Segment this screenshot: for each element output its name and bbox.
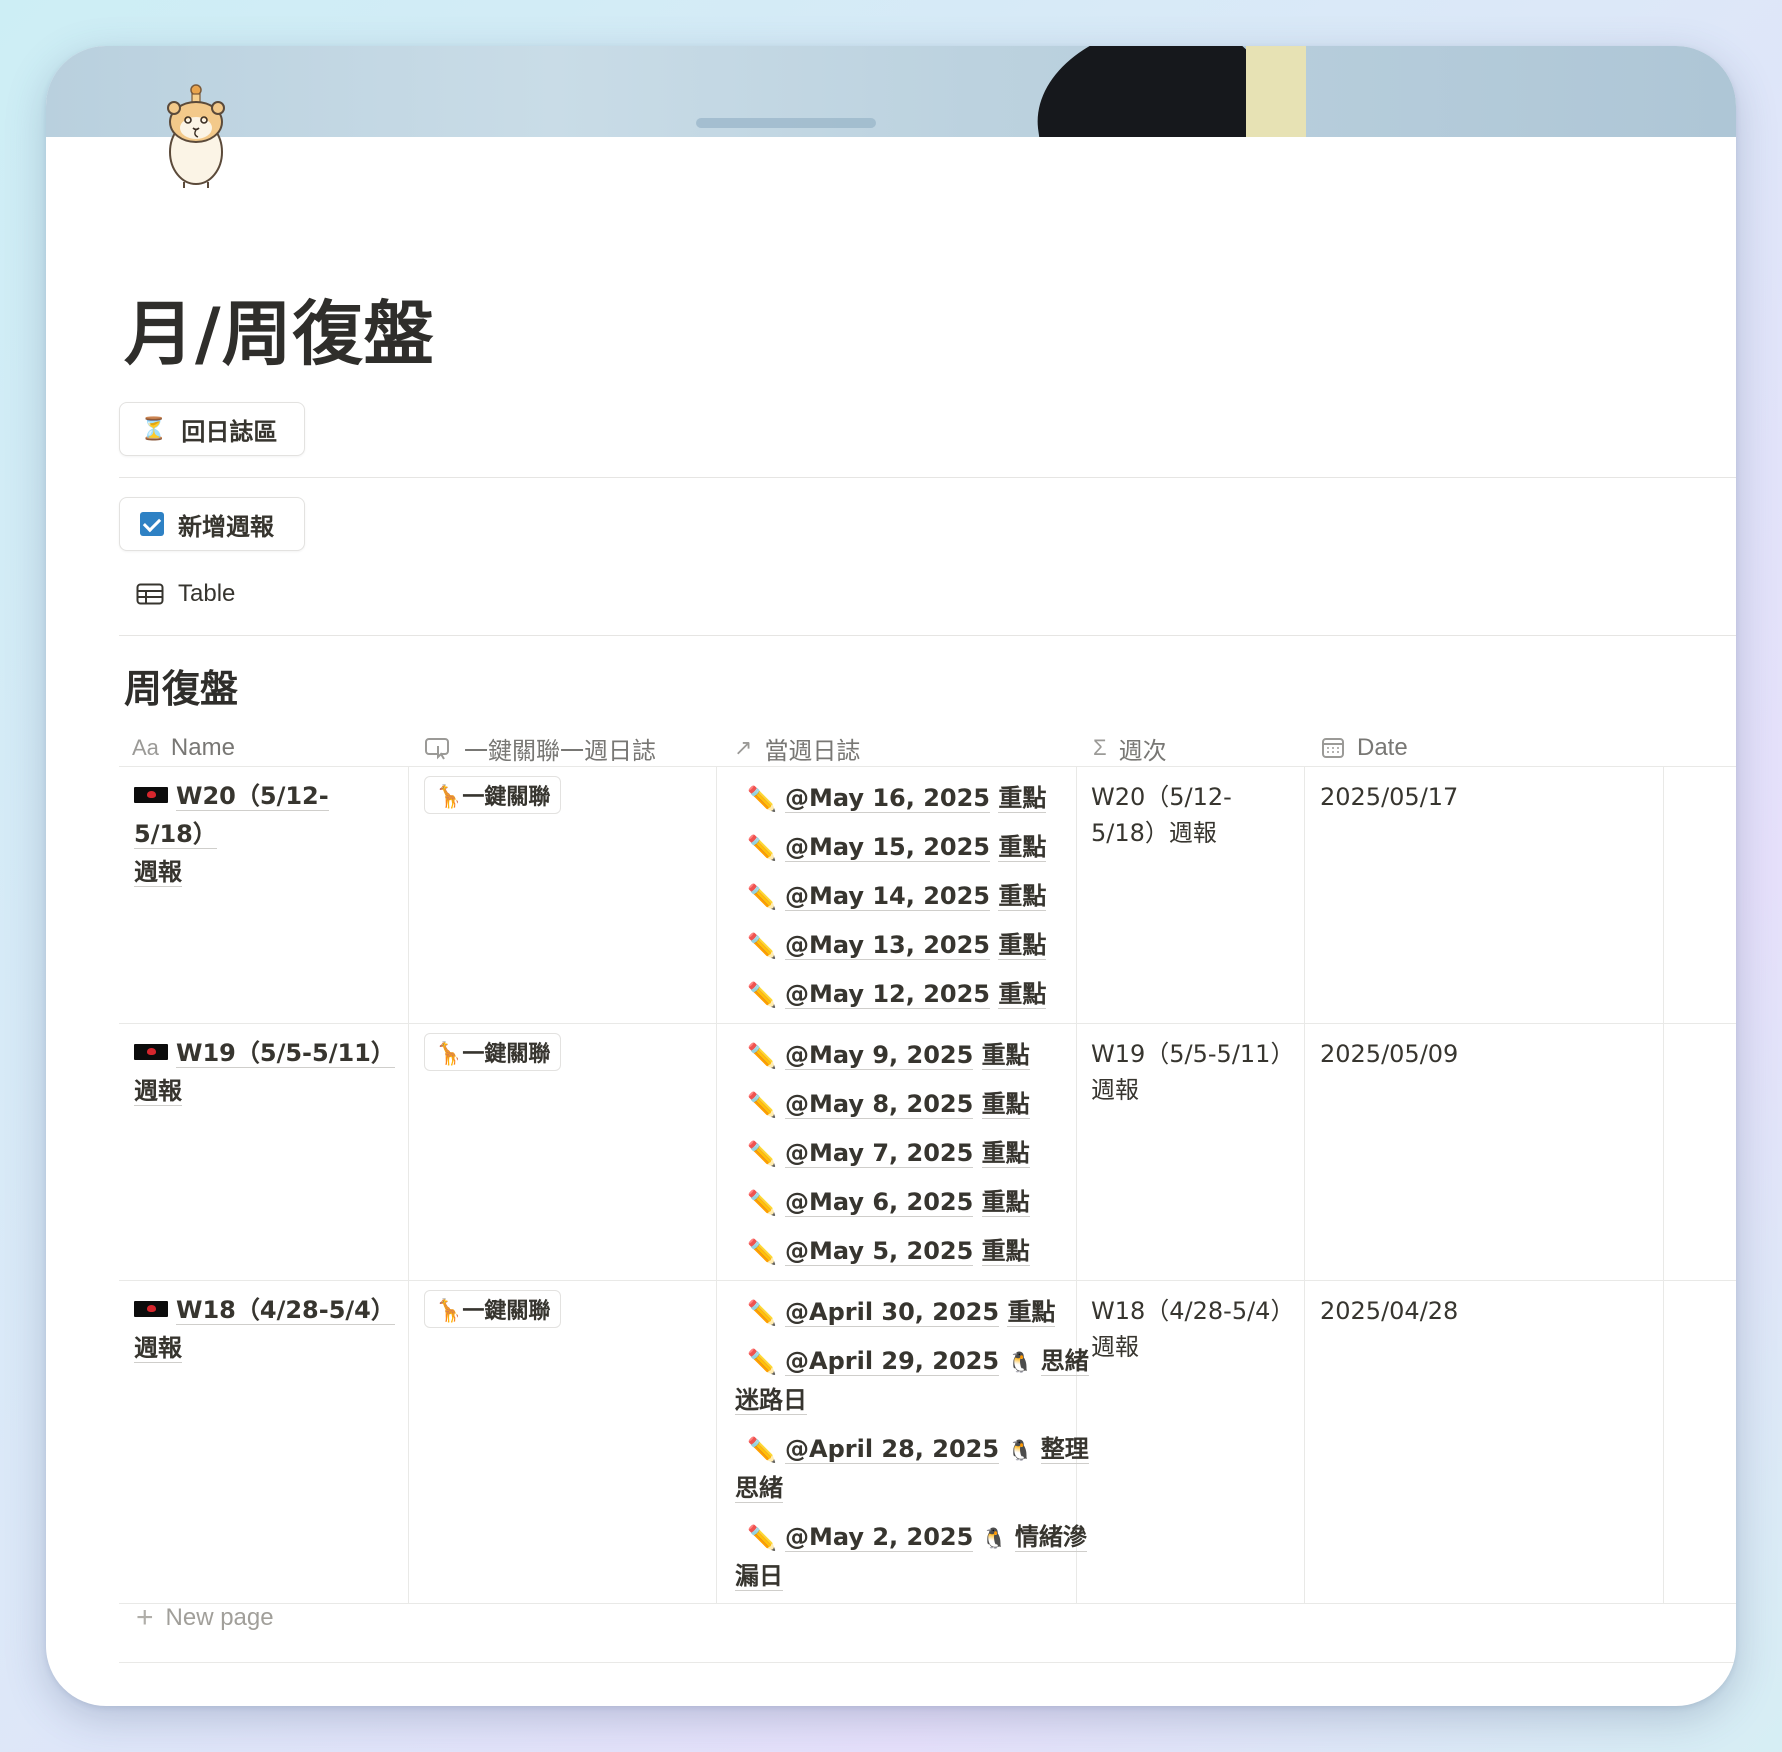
week-cell[interactable]: W18（4/28-5/4） 週報 [1091, 1293, 1294, 1365]
hamster-page-icon[interactable] [156, 82, 236, 192]
pencil-icon: ✏️ [747, 1436, 777, 1464]
journal-mention[interactable]: ✏️ @May 5, 2025 重點 [735, 1232, 1115, 1271]
pencil-icon: ✏️ [747, 834, 777, 862]
hourglass-icon: ⏳ [140, 416, 168, 442]
date-cell[interactable]: 2025/04/28 [1320, 1293, 1458, 1329]
pencil-icon: ✏️ [747, 1238, 777, 1266]
new-page-button[interactable]: + New page [136, 1601, 274, 1635]
flag-icon [134, 1301, 168, 1317]
journal-mention[interactable]: ✏️ @May 9, 2025 重點 [735, 1036, 1115, 1075]
table-border [119, 1280, 1736, 1281]
column-header-label: 當週日誌 [764, 737, 861, 765]
journal-mention[interactable]: ✏️ @May 13, 2025 重點 [735, 926, 1115, 965]
checkbox-icon [140, 512, 164, 536]
formula-sigma-icon: Σ [1093, 735, 1107, 760]
table-border [1663, 766, 1664, 1603]
pencil-icon: ✏️ [747, 981, 777, 1009]
week-cell[interactable]: W19（5/5-5/11） 週報 [1091, 1036, 1294, 1108]
flag-icon [134, 787, 168, 803]
button-property-icon [425, 738, 449, 760]
journal-mention[interactable]: ✏️ @May 2, 2025 🐧 情緒滲 漏日 [735, 1518, 1115, 1595]
column-header-label: Date [1357, 734, 1408, 761]
column-header-label: 一鍵關聯一週日誌 [464, 737, 656, 765]
text-property-icon: Aa [132, 735, 159, 760]
journal-mention[interactable]: ✏️ @April 30, 2025 重點 [735, 1293, 1115, 1332]
cover-shape [696, 118, 876, 128]
notion-window: 月/周復盤 ⏳ 回日誌區 新增週報 Table 周復盤 Aa Name 一鍵關聯… [46, 46, 1736, 1706]
pencil-icon: ✏️ [747, 1189, 777, 1217]
journal-mention[interactable]: ✏️ @May 14, 2025 重點 [735, 877, 1115, 916]
column-header-label: 週次 [1118, 737, 1167, 765]
table-border [119, 1603, 1736, 1604]
link-week-journals-button[interactable]: 🦒一鍵關聯 [424, 1290, 562, 1328]
table-border [119, 766, 1736, 767]
journal-mention[interactable]: ✏️ @May 7, 2025 重點 [735, 1134, 1115, 1173]
table-border [119, 1662, 1736, 1663]
table-border [716, 766, 717, 1603]
page-cover[interactable] [46, 46, 1736, 137]
new-weekly-report-label: 新增週報 [178, 512, 274, 541]
table-border [408, 766, 409, 1603]
pencil-icon: ✏️ [747, 785, 777, 813]
relation-arrow-icon: ↗ [734, 735, 753, 760]
plus-icon: + [136, 1601, 154, 1634]
page-title[interactable]: 月/周復盤 [124, 278, 435, 379]
new-page-label: New page [165, 1604, 274, 1631]
journal-mention[interactable]: ✏️ @May 6, 2025 重點 [735, 1183, 1115, 1222]
link-week-journals-button[interactable]: 🦒一鍵關聯 [424, 1033, 562, 1071]
table-row-name[interactable]: W19（5/5-5/11） 週報 [134, 1034, 402, 1110]
cover-shape [1025, 46, 1277, 137]
flag-icon [134, 1044, 168, 1060]
table-icon [136, 583, 164, 605]
divider [119, 477, 1736, 478]
pencil-icon: ✏️ [747, 1091, 777, 1119]
pencil-icon: ✏️ [747, 883, 777, 911]
pencil-icon: ✏️ [747, 1348, 777, 1376]
journal-mention[interactable]: ✏️ @May 16, 2025 重點 [735, 779, 1115, 818]
back-to-journal-label: 回日誌區 [181, 417, 278, 446]
divider [119, 635, 1736, 636]
pencil-icon: ✏️ [747, 1299, 777, 1327]
database-title[interactable]: 周復盤 [124, 658, 238, 713]
journal-mention[interactable]: ✏️ @May 15, 2025 重點 [735, 828, 1115, 867]
table-border [1304, 766, 1305, 1603]
new-weekly-report-button[interactable]: 新增週報 [119, 497, 305, 551]
cover-shape [1246, 46, 1306, 137]
tab-table-view[interactable]: Table [136, 580, 235, 608]
date-cell[interactable]: 2025/05/09 [1320, 1036, 1458, 1072]
penguin-icon: 🐧 [1007, 1438, 1033, 1462]
penguin-icon: 🐧 [981, 1526, 1007, 1550]
link-week-journals-button[interactable]: 🦒一鍵關聯 [424, 776, 562, 814]
table-row-name[interactable]: W20（5/12-5/18） 週報 [134, 777, 402, 891]
table-row-name[interactable]: W18（4/28-5/4） 週報 [134, 1291, 402, 1367]
date-cell[interactable]: 2025/05/17 [1320, 779, 1458, 815]
pencil-icon: ✏️ [747, 1042, 777, 1070]
journal-mention[interactable]: ✏️ @May 8, 2025 重點 [735, 1085, 1115, 1124]
calendar-icon [1322, 738, 1344, 758]
back-to-journal-button[interactable]: ⏳ 回日誌區 [119, 402, 305, 456]
column-header-label: Name [170, 734, 235, 761]
penguin-icon: 🐧 [1007, 1350, 1033, 1374]
pencil-icon: ✏️ [747, 1140, 777, 1168]
table-border [119, 1023, 1736, 1024]
tab-table-label: Table [178, 580, 236, 607]
journal-mention[interactable]: ✏️ @April 28, 2025 🐧 整理 思緒 [735, 1430, 1115, 1507]
week-cell[interactable]: W20（5/12- 5/18）週報 [1091, 779, 1232, 851]
journal-mention[interactable]: ✏️ @April 29, 2025 🐧 思緒 迷路日 [735, 1342, 1115, 1419]
journal-mention[interactable]: ✏️ @May 12, 2025 重點 [735, 975, 1115, 1014]
pencil-icon: ✏️ [747, 932, 777, 960]
pencil-icon: ✏️ [747, 1524, 777, 1552]
